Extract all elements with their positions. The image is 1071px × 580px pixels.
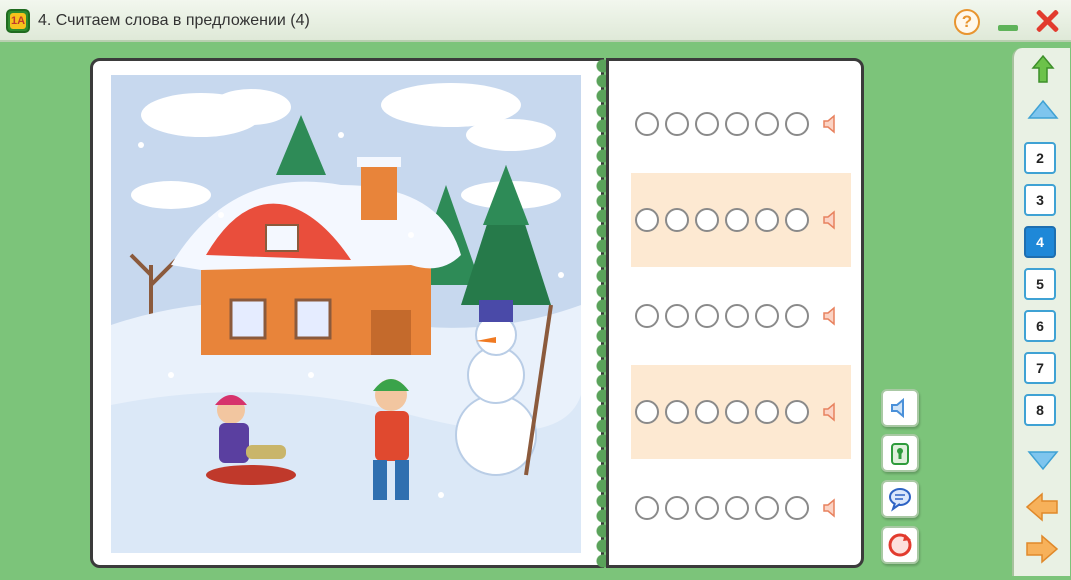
word-circle[interactable]: [635, 208, 659, 232]
speaker-icon[interactable]: [821, 113, 843, 135]
keyhole-icon: [891, 443, 909, 465]
page-button-3[interactable]: 3: [1024, 184, 1056, 216]
app-logo-icon: 1А: [6, 9, 30, 33]
sentence-row: [631, 77, 851, 171]
sentence-row: [631, 173, 851, 267]
word-circle[interactable]: [785, 400, 809, 424]
speech-bubble-icon: [889, 488, 911, 512]
word-circle[interactable]: [755, 208, 779, 232]
listen-button[interactable]: [881, 389, 919, 427]
sentence-row: [631, 461, 851, 555]
restart-button[interactable]: [881, 526, 919, 564]
word-circle[interactable]: [785, 112, 809, 136]
minimize-button[interactable]: [998, 25, 1018, 31]
arrow-right-icon[interactable]: [1024, 532, 1060, 566]
word-circle[interactable]: [725, 304, 749, 328]
word-circle[interactable]: [725, 400, 749, 424]
word-circle[interactable]: [755, 304, 779, 328]
word-circles: [635, 400, 809, 424]
speaker-icon[interactable]: [821, 209, 843, 231]
help-button[interactable]: ?: [954, 9, 980, 35]
right-page: [606, 58, 864, 568]
word-circle[interactable]: [695, 304, 719, 328]
word-circles: [635, 208, 809, 232]
window-title: 4. Считаем слова в предложении (4): [38, 12, 310, 29]
word-circle[interactable]: [695, 208, 719, 232]
speaker-icon: [891, 397, 904, 419]
sentence-row: [631, 365, 851, 459]
arrow-left-icon[interactable]: [1024, 490, 1060, 524]
page-button-4[interactable]: 4: [1024, 226, 1056, 258]
word-circle[interactable]: [665, 112, 689, 136]
winter-scene-illustration: [111, 75, 581, 553]
triangle-up-icon[interactable]: [1026, 98, 1060, 122]
return-up-icon[interactable]: [1026, 52, 1060, 86]
word-circle[interactable]: [785, 208, 809, 232]
page-navigation: 2 3 4 5 6 7 8: [1012, 48, 1070, 576]
word-circle[interactable]: [695, 496, 719, 520]
word-circle[interactable]: [755, 112, 779, 136]
page-button-2[interactable]: 2: [1024, 142, 1056, 174]
word-circle[interactable]: [665, 400, 689, 424]
word-circle[interactable]: [785, 304, 809, 328]
page-button-7[interactable]: 7: [1024, 352, 1056, 384]
page-button-5[interactable]: 5: [1024, 268, 1056, 300]
check-button[interactable]: [881, 434, 919, 472]
title-bar: 1А 4. Считаем слова в предложении (4) ?: [0, 0, 1071, 42]
word-circles: [635, 496, 809, 520]
word-circle[interactable]: [725, 208, 749, 232]
word-circle[interactable]: [695, 112, 719, 136]
sentence-row: [631, 269, 851, 363]
word-circles: [635, 304, 809, 328]
word-circle[interactable]: [785, 496, 809, 520]
word-circle[interactable]: [725, 112, 749, 136]
word-circle[interactable]: [665, 208, 689, 232]
triangle-down-icon[interactable]: [1026, 448, 1060, 472]
refresh-icon: [888, 533, 912, 557]
speaker-icon[interactable]: [821, 497, 843, 519]
word-circle[interactable]: [665, 496, 689, 520]
word-circle[interactable]: [695, 400, 719, 424]
word-circles: [635, 112, 809, 136]
left-page: [90, 58, 604, 568]
speaker-icon[interactable]: [821, 305, 843, 327]
word-circle[interactable]: [635, 304, 659, 328]
speaker-icon[interactable]: [821, 401, 843, 423]
app-logo-label: 1А: [10, 13, 26, 29]
hint-button[interactable]: [881, 480, 919, 518]
word-circle[interactable]: [635, 496, 659, 520]
word-circle[interactable]: [755, 496, 779, 520]
page-button-8[interactable]: 8: [1024, 394, 1056, 426]
word-circle[interactable]: [665, 304, 689, 328]
close-button[interactable]: [1033, 6, 1061, 36]
word-circle[interactable]: [635, 400, 659, 424]
word-circle[interactable]: [755, 400, 779, 424]
word-circle[interactable]: [635, 112, 659, 136]
word-circle[interactable]: [725, 496, 749, 520]
page-button-6[interactable]: 6: [1024, 310, 1056, 342]
